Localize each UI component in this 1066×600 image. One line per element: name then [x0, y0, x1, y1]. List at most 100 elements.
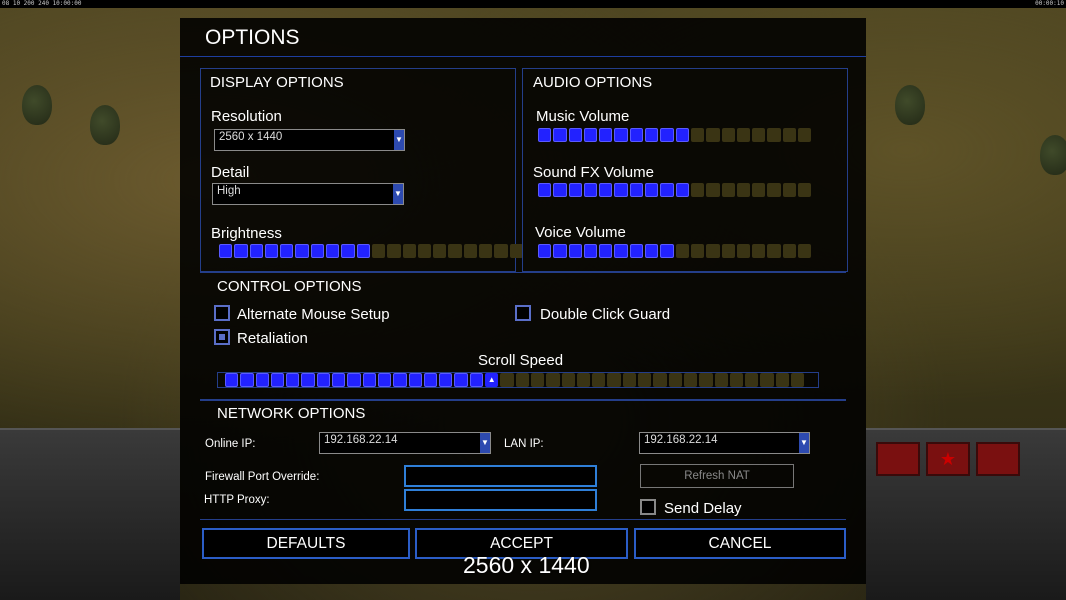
defaults-button[interactable]: DEFAULTS [202, 528, 410, 559]
chevron-down-icon[interactable]: ▼ [394, 130, 404, 150]
voice-volume-slider[interactable] [538, 244, 812, 258]
slider-segment[interactable] [402, 244, 416, 258]
slider-segment[interactable] [538, 183, 552, 197]
slider-segment[interactable] [690, 128, 705, 142]
slider-segment[interactable] [592, 373, 606, 387]
slider-segment[interactable] [225, 373, 239, 387]
slider-segment[interactable] [553, 128, 567, 142]
slider-segment[interactable] [721, 244, 735, 258]
slider-segment[interactable] [295, 244, 309, 258]
slider-segment[interactable] [568, 183, 582, 197]
slider-segment[interactable] [356, 244, 370, 258]
slider-segment[interactable] [494, 244, 508, 258]
star-icon[interactable]: ★ [926, 442, 970, 476]
slider-segment[interactable] [362, 373, 376, 387]
slider-segment[interactable] [371, 244, 386, 258]
slider-segment[interactable] [387, 244, 401, 258]
slider-segment[interactable] [454, 373, 468, 387]
slider-segment[interactable] [690, 183, 705, 197]
slider-segment[interactable] [782, 244, 797, 258]
slider-segment[interactable] [690, 244, 705, 258]
slider-segment[interactable] [775, 373, 789, 387]
slider-segment[interactable] [736, 244, 751, 258]
slider-segment[interactable] [439, 373, 453, 387]
slider-segment[interactable] [675, 183, 689, 197]
slider-segment[interactable] [721, 183, 735, 197]
slider-segment[interactable] [377, 373, 392, 387]
slider-segment[interactable] [316, 373, 331, 387]
resolution-dropdown[interactable]: 2560 x 1440 ▼ [214, 129, 405, 151]
send-delay-checkbox[interactable] [640, 499, 656, 515]
slider-segment[interactable] [745, 373, 759, 387]
slider-segment[interactable] [599, 128, 613, 142]
chevron-down-icon[interactable]: ▼ [480, 433, 490, 453]
slider-segment[interactable] [645, 183, 659, 197]
slider-segment[interactable] [683, 373, 698, 387]
slider-segment[interactable] [752, 183, 766, 197]
slider-segment[interactable] [583, 244, 598, 258]
slider-segment[interactable] [736, 128, 751, 142]
slider-segment[interactable] [249, 244, 263, 258]
slider-segment[interactable] [675, 244, 689, 258]
slider-segment[interactable] [645, 244, 659, 258]
slider-segment[interactable] [798, 183, 812, 197]
slider-segment[interactable] [417, 244, 432, 258]
firewall-port-input[interactable] [404, 465, 597, 487]
slider-segment[interactable] [286, 373, 300, 387]
slider-segment[interactable] [767, 128, 781, 142]
slider-segment[interactable] [347, 373, 361, 387]
slider-segment[interactable] [301, 373, 315, 387]
slider-segment[interactable] [408, 373, 422, 387]
chevron-down-icon[interactable]: ▼ [393, 184, 403, 204]
slider-segment[interactable] [622, 373, 637, 387]
slider-segment[interactable] [530, 373, 545, 387]
slider-thumb[interactable]: ▲ [485, 373, 499, 387]
slider-segment[interactable] [614, 183, 628, 197]
slider-segment[interactable] [714, 373, 728, 387]
slider-segment[interactable] [675, 128, 689, 142]
slider-segment[interactable] [393, 373, 407, 387]
slider-segment[interactable] [561, 373, 575, 387]
scroll-speed-slider[interactable]: ▲ [225, 373, 805, 387]
slider-segment[interactable] [463, 244, 478, 258]
slider-segment[interactable] [706, 244, 720, 258]
slider-segment[interactable] [515, 373, 529, 387]
slider-segment[interactable] [341, 244, 355, 258]
slider-segment[interactable] [219, 244, 233, 258]
slider-segment[interactable] [583, 128, 598, 142]
slider-segment[interactable] [240, 373, 254, 387]
slider-segment[interactable] [760, 373, 774, 387]
alt-mouse-checkbox[interactable] [214, 305, 230, 321]
brightness-slider[interactable] [219, 244, 523, 258]
slider-segment[interactable] [629, 183, 644, 197]
slider-segment[interactable] [553, 183, 567, 197]
slider-segment[interactable] [790, 373, 805, 387]
slider-segment[interactable] [599, 244, 613, 258]
double-click-guard-checkbox[interactable] [515, 305, 531, 321]
slider-segment[interactable] [234, 244, 248, 258]
http-proxy-input[interactable] [404, 489, 597, 511]
slider-segment[interactable] [706, 128, 720, 142]
slider-segment[interactable] [660, 244, 674, 258]
slider-segment[interactable] [500, 373, 514, 387]
slider-segment[interactable] [782, 183, 797, 197]
slider-segment[interactable] [538, 244, 552, 258]
slider-segment[interactable] [479, 244, 493, 258]
chevron-down-icon[interactable]: ▼ [799, 433, 809, 453]
slider-segment[interactable] [752, 244, 766, 258]
slider-segment[interactable] [255, 373, 269, 387]
slider-segment[interactable] [653, 373, 667, 387]
slider-segment[interactable] [538, 128, 552, 142]
slider-segment[interactable] [699, 373, 713, 387]
slider-segment[interactable] [469, 373, 484, 387]
slider-segment[interactable] [767, 244, 781, 258]
slider-segment[interactable] [798, 128, 812, 142]
slider-segment[interactable] [706, 183, 720, 197]
slider-segment[interactable] [568, 128, 582, 142]
command-button[interactable] [876, 442, 920, 476]
slider-segment[interactable] [721, 128, 735, 142]
slider-segment[interactable] [736, 183, 751, 197]
slider-segment[interactable] [607, 373, 621, 387]
slider-segment[interactable] [629, 128, 644, 142]
slider-segment[interactable] [660, 183, 674, 197]
